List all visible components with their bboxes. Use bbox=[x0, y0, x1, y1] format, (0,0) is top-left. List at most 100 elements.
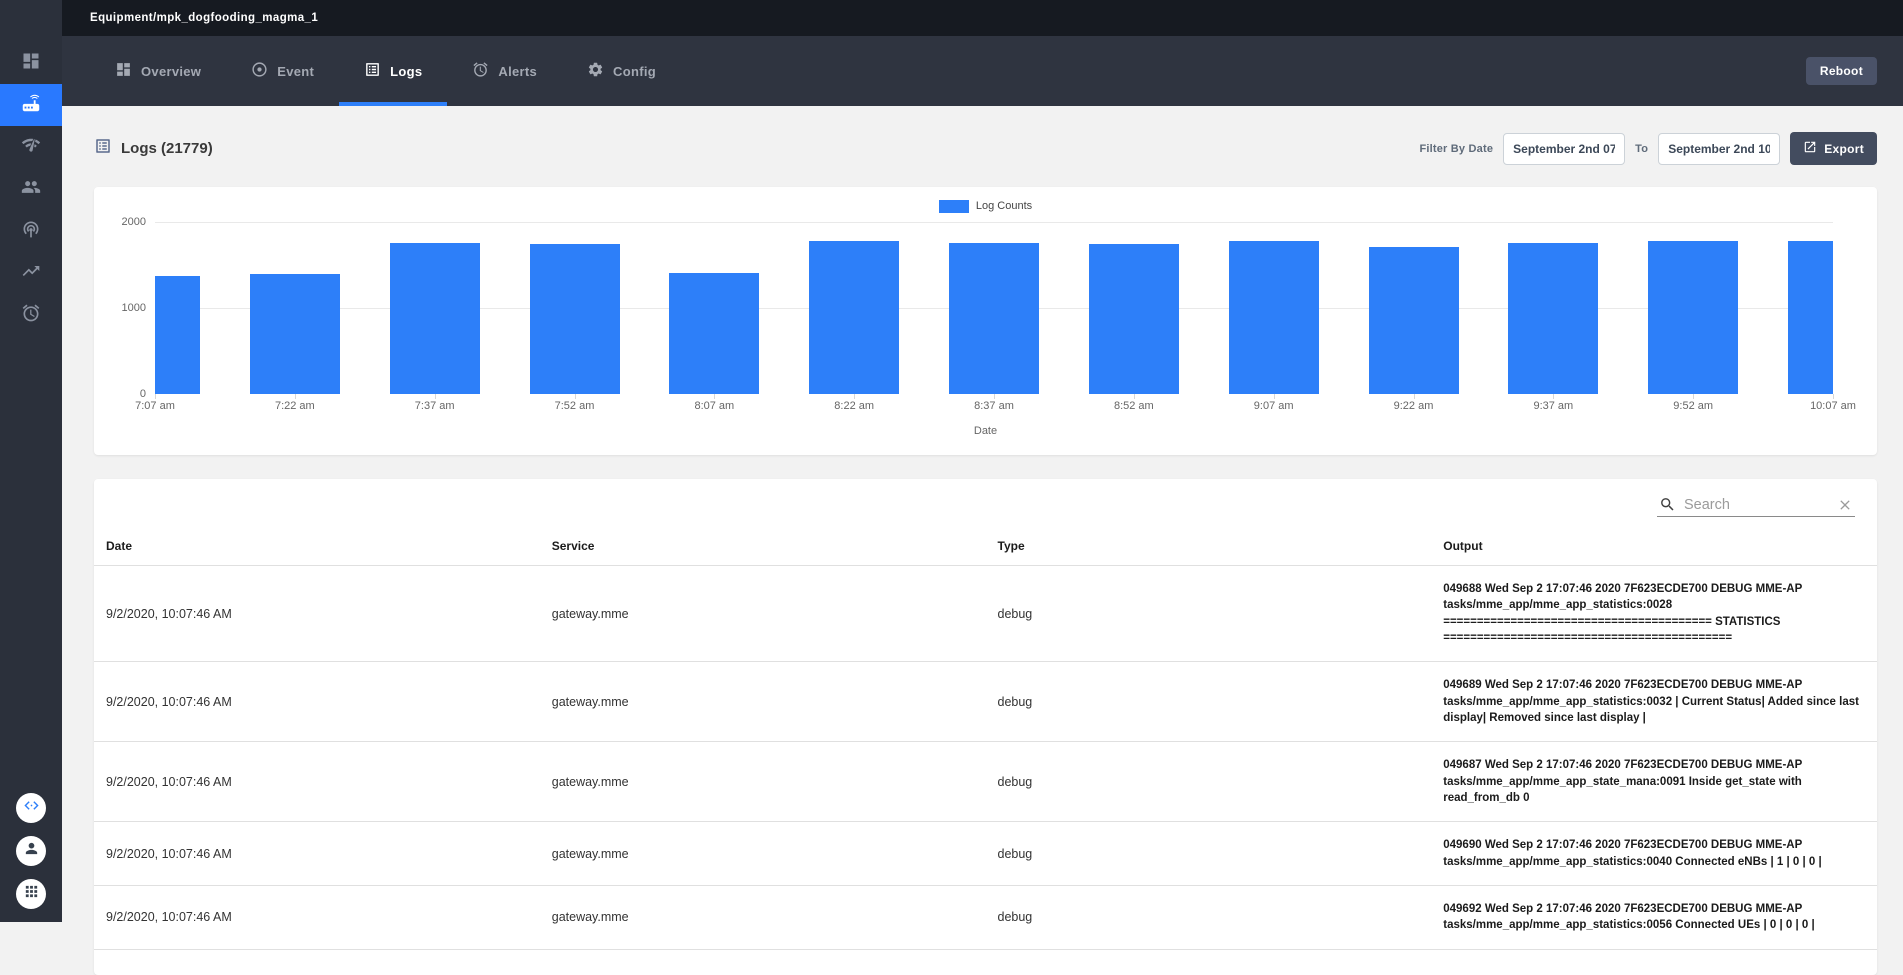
tab-config[interactable]: Config bbox=[562, 36, 681, 106]
logs-header: Logs (21779) Filter By Date To Export bbox=[62, 106, 1903, 187]
apps-button[interactable] bbox=[16, 879, 46, 909]
log-type-cell: debug bbox=[986, 822, 1432, 886]
x-tick bbox=[295, 394, 296, 399]
log-date-cell: 9/2/2020, 10:07:46 AM bbox=[94, 822, 540, 886]
log-service-cell: gateway.mme bbox=[540, 822, 986, 886]
list-icon bbox=[94, 137, 112, 160]
to-label: To bbox=[1635, 143, 1648, 155]
alarm-icon bbox=[21, 303, 41, 328]
log-table-row: 9/2/2020, 10:07:46 AM gateway.mme debug … bbox=[94, 742, 1877, 822]
breadcrumb: Equipment/mpk_dogfooding_magma_1 bbox=[90, 12, 318, 24]
tab-logs[interactable]: Logs bbox=[339, 36, 447, 106]
log-date-cell: 9/2/2020, 10:07:46 AM bbox=[94, 885, 540, 949]
developer-mode-button[interactable] bbox=[16, 793, 46, 823]
code-icon bbox=[23, 797, 40, 819]
x-tick-label: 9:52 am bbox=[1673, 400, 1713, 412]
filter-by-date-label: Filter By Date bbox=[1419, 143, 1493, 155]
x-tick bbox=[714, 394, 715, 399]
logs-table: Date Service Type Output 9/2/2020, 10:07… bbox=[94, 521, 1877, 975]
router-icon bbox=[20, 92, 42, 119]
log-output-cell: 049692 Wed Sep 2 17:07:46 2020 7F623ECDE… bbox=[1431, 885, 1877, 949]
network-check-icon bbox=[21, 135, 41, 160]
x-tick bbox=[435, 394, 436, 399]
reboot-button[interactable]: Reboot bbox=[1806, 57, 1877, 85]
person-icon bbox=[23, 840, 40, 862]
y-axis: 200010000 bbox=[94, 222, 146, 394]
tab-event[interactable]: Event bbox=[226, 36, 339, 106]
x-tick bbox=[1553, 394, 1554, 399]
bar-7:07 am bbox=[155, 276, 200, 394]
log-table-row: 9/2/2020, 10:07:46 AM gateway.mme debug … bbox=[94, 662, 1877, 742]
filter-start-date-input[interactable] bbox=[1503, 133, 1625, 165]
x-axis: 7:07 am7:22 am7:37 am7:52 am8:07 am8:22 … bbox=[155, 400, 1833, 416]
y-tick-label: 2000 bbox=[122, 216, 146, 228]
x-tick bbox=[1833, 394, 1834, 399]
x-tick-label: 8:22 am bbox=[834, 400, 874, 412]
log-table-row: 9/2/2020, 10:07:46 AM gateway.mme debug … bbox=[94, 822, 1877, 886]
tab-overview[interactable]: Overview bbox=[90, 36, 226, 106]
log-type-cell: debug bbox=[986, 662, 1432, 742]
people-icon bbox=[21, 177, 41, 202]
clear-search-icon[interactable] bbox=[1837, 497, 1853, 513]
chart-plot-area bbox=[155, 222, 1833, 394]
search-input[interactable] bbox=[1684, 497, 1829, 513]
list-icon bbox=[364, 61, 381, 81]
log-counts-chart: Log Counts 200010000 7:07 am7:22 am7:37 … bbox=[94, 187, 1877, 455]
log-service-cell: gateway.mme bbox=[540, 885, 986, 949]
log-service-cell: gateway.mme bbox=[540, 742, 986, 822]
sidebar-item-tracing[interactable] bbox=[0, 210, 62, 252]
sidebar-item-alerts[interactable] bbox=[0, 294, 62, 336]
log-table-row: 9/2/2020, 10:07:46 AM gateway.mme debug … bbox=[94, 885, 1877, 949]
trending-up-icon bbox=[21, 261, 41, 286]
log-type-cell: debug bbox=[986, 742, 1432, 822]
x-tick-label: 7:07 am bbox=[135, 400, 175, 412]
account-button[interactable] bbox=[16, 836, 46, 866]
alarm-icon bbox=[472, 61, 489, 81]
log-output-cell: 049689 Wed Sep 2 17:07:46 2020 7F623ECDE… bbox=[1431, 662, 1877, 742]
tab-bar: Overview Event Logs Alerts Config Reboot bbox=[62, 36, 1903, 106]
bar-9:52 am bbox=[1648, 241, 1738, 394]
sidebar-item-metrics[interactable] bbox=[0, 252, 62, 294]
legend-swatch bbox=[939, 200, 969, 213]
x-tick bbox=[575, 394, 576, 399]
search-icon bbox=[1659, 496, 1676, 513]
logs-table-card: Date Service Type Output 9/2/2020, 10:07… bbox=[94, 479, 1877, 975]
bar-8:37 am bbox=[949, 243, 1039, 394]
sidebar-item-dashboard[interactable] bbox=[0, 42, 62, 84]
y-tick-label: 1000 bbox=[122, 302, 146, 314]
search-box bbox=[1657, 493, 1855, 517]
export-button[interactable]: Export bbox=[1790, 132, 1877, 165]
sidebar-item-subscribers[interactable] bbox=[0, 168, 62, 210]
sidebar-item-network[interactable] bbox=[0, 126, 62, 168]
export-label: Export bbox=[1824, 142, 1864, 156]
sidebar-item-equipment[interactable] bbox=[0, 84, 62, 126]
x-tick bbox=[1414, 394, 1415, 399]
x-tick bbox=[854, 394, 855, 399]
filter-end-date-input[interactable] bbox=[1658, 133, 1780, 165]
y-tick-label: 0 bbox=[140, 388, 146, 400]
x-tick bbox=[1274, 394, 1275, 399]
tab-alerts[interactable]: Alerts bbox=[447, 36, 562, 106]
x-tick-label: 8:37 am bbox=[974, 400, 1014, 412]
log-table-row-partial bbox=[94, 949, 1877, 975]
log-date-cell: 9/2/2020, 10:07:46 AM bbox=[94, 742, 540, 822]
bar-8:22 am bbox=[809, 241, 899, 394]
bar-10:07 am bbox=[1788, 241, 1833, 394]
tab-label: Alerts bbox=[498, 64, 537, 79]
column-header-date: Date bbox=[94, 521, 540, 566]
apps-grid-icon bbox=[23, 883, 40, 905]
x-tick-label: 7:22 am bbox=[275, 400, 315, 412]
tab-label: Event bbox=[277, 64, 314, 79]
column-header-service: Service bbox=[540, 521, 986, 566]
log-output-cell: 049690 Wed Sep 2 17:07:46 2020 7F623ECDE… bbox=[1431, 822, 1877, 886]
bar-7:37 am bbox=[390, 243, 480, 394]
bar-8:52 am bbox=[1089, 244, 1179, 395]
x-tick-label: 8:52 am bbox=[1114, 400, 1154, 412]
x-tick bbox=[155, 394, 156, 399]
x-tick-label: 9:22 am bbox=[1394, 400, 1434, 412]
bar-9:37 am bbox=[1508, 243, 1598, 394]
tab-label: Config bbox=[613, 64, 656, 79]
x-tick bbox=[994, 394, 995, 399]
x-tick-label: 9:37 am bbox=[1533, 400, 1573, 412]
tab-label: Logs bbox=[390, 64, 422, 79]
